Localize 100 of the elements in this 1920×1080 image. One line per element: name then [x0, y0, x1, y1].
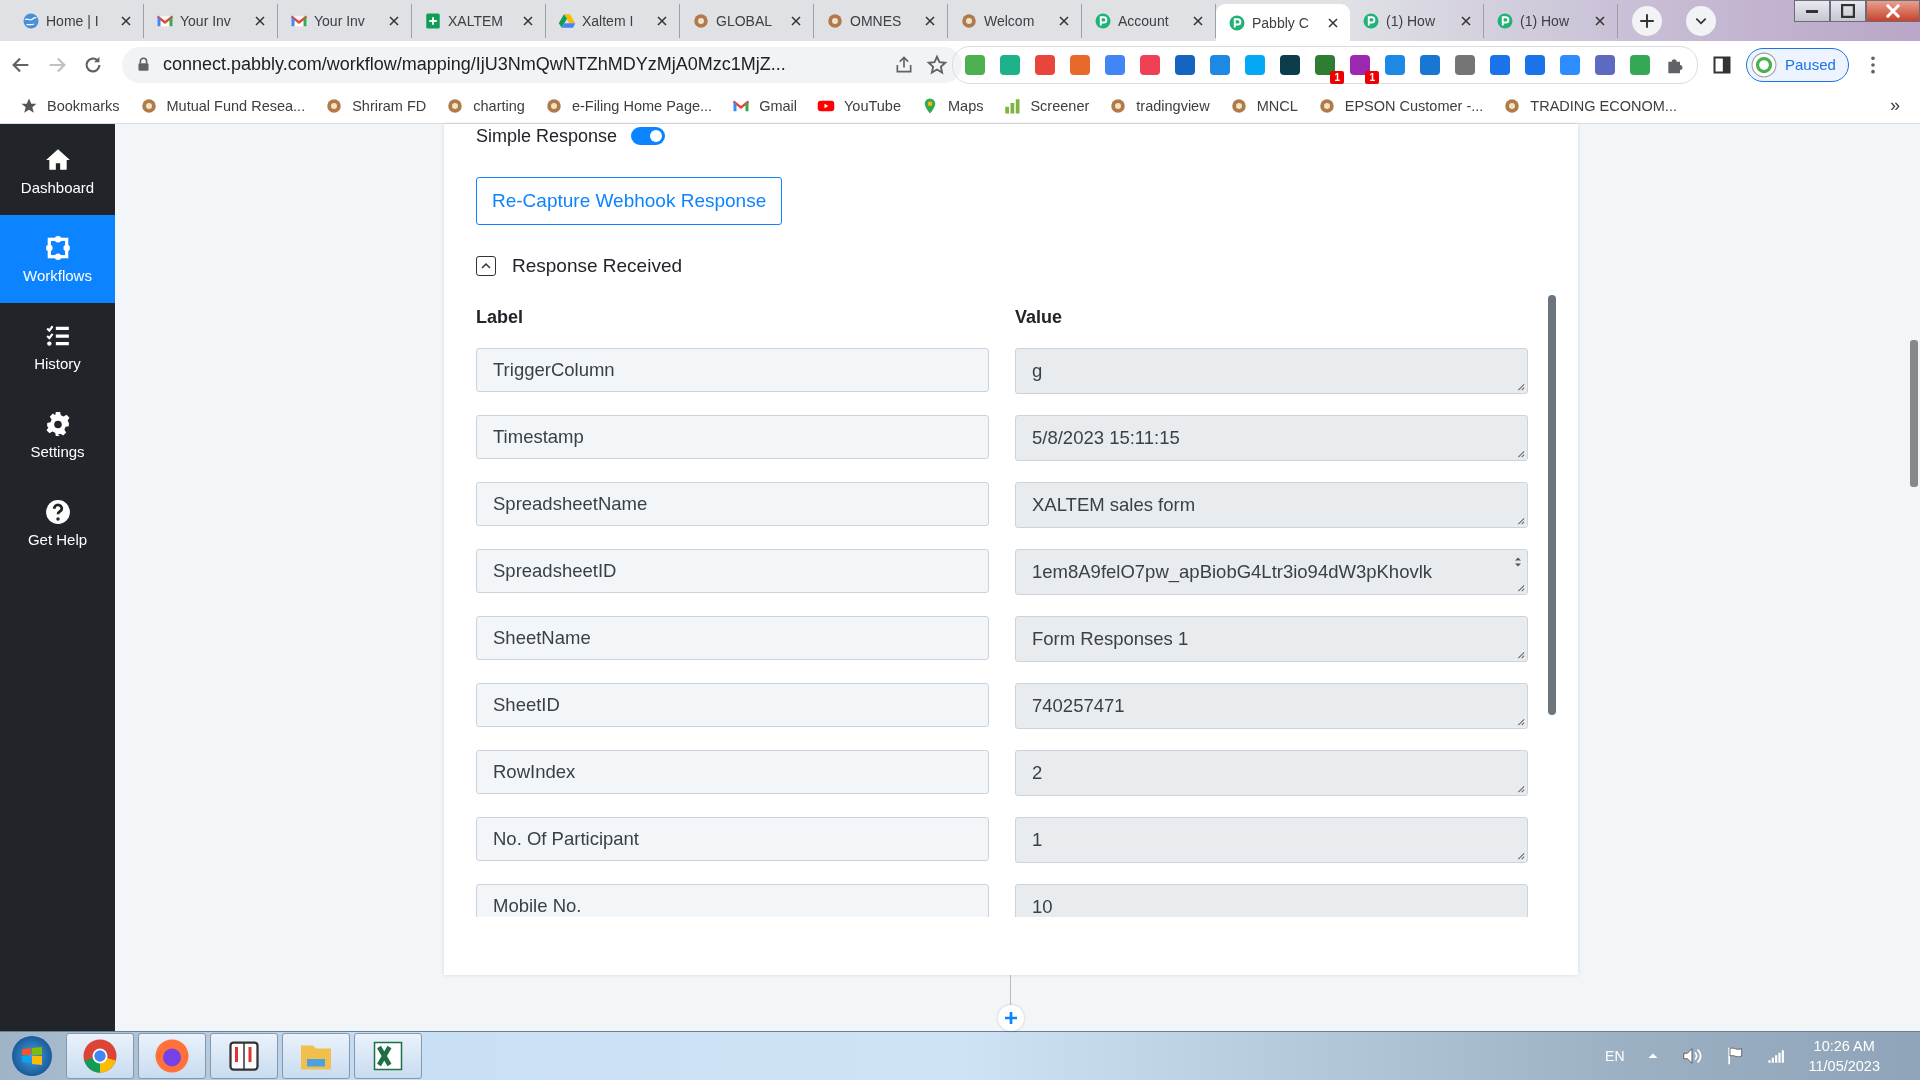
- browser-tab[interactable]: Home | I: [10, 4, 144, 38]
- value-field[interactable]: XALTEM sales form: [1015, 482, 1528, 528]
- bookmark-link[interactable]: YouTube: [817, 96, 901, 115]
- browser-tab[interactable]: Your Inv: [144, 4, 278, 38]
- extension-icon[interactable]: [1350, 54, 1370, 75]
- profile-button[interactable]: Paused: [1746, 47, 1849, 82]
- avatar-icon: [1751, 51, 1777, 78]
- bookmark-link[interactable]: Maps: [921, 96, 984, 115]
- more-bookmarks-button[interactable]: »: [1890, 95, 1900, 116]
- resize-handle-icon[interactable]: [1515, 716, 1525, 726]
- browser-tab[interactable]: GLOBAL: [680, 4, 814, 38]
- label-field[interactable]: No. Of Participant: [476, 817, 989, 861]
- add-step-button[interactable]: [998, 1005, 1024, 1031]
- star-icon[interactable]: [926, 53, 948, 76]
- sidebar-item[interactable]: Get Help: [0, 479, 115, 567]
- bookmark-link[interactable]: Mutual Fund Resea...: [139, 96, 306, 115]
- label-field[interactable]: SpreadsheetID: [476, 549, 989, 593]
- browser-tab[interactable]: (1) How: [1484, 4, 1618, 38]
- label-field[interactable]: SheetID: [476, 683, 989, 727]
- book-icon: [226, 1038, 262, 1074]
- start-button[interactable]: [12, 1036, 52, 1076]
- close-icon[interactable]: [254, 15, 266, 27]
- label-field[interactable]: Timestamp: [476, 415, 989, 459]
- label-field[interactable]: TriggerColumn: [476, 348, 989, 392]
- close-icon[interactable]: [1594, 15, 1606, 27]
- maximize-button[interactable]: [1830, 0, 1866, 22]
- sidebar-item[interactable]: Settings: [0, 391, 115, 479]
- resize-handle-icon[interactable]: [1515, 783, 1525, 793]
- value-field[interactable]: 1em8A9felO7pw_apBiobG4Ltr3io94dW3pKhovlk: [1015, 549, 1528, 595]
- close-icon[interactable]: [656, 15, 668, 27]
- minimize-icon: [1806, 9, 1818, 13]
- collapse-button[interactable]: [476, 256, 496, 276]
- value-field[interactable]: 5/8/2023 15:11:15: [1015, 415, 1528, 461]
- resize-handle-icon[interactable]: [1515, 850, 1525, 860]
- browser-tab[interactable]: Account: [1082, 4, 1216, 38]
- taskbar-button[interactable]: [210, 1033, 278, 1079]
- close-button[interactable]: [1866, 0, 1920, 22]
- bookmark-link[interactable]: EPSON Customer -...: [1317, 96, 1484, 115]
- bookmark-link[interactable]: TRADING ECONOM...: [1503, 96, 1677, 115]
- new-tab-button[interactable]: [1632, 6, 1662, 36]
- close-icon[interactable]: [1327, 16, 1339, 29]
- browser-tab[interactable]: Your Inv: [278, 4, 412, 38]
- close-icon[interactable]: [924, 15, 936, 27]
- tab-search-button[interactable]: [1686, 6, 1716, 36]
- close-icon[interactable]: [1058, 15, 1070, 27]
- scrollbar-thumb[interactable]: [1548, 295, 1556, 715]
- share-icon[interactable]: [894, 54, 914, 75]
- sidebar-item[interactable]: Dashboard: [0, 127, 115, 215]
- close-icon[interactable]: [790, 15, 802, 27]
- close-icon[interactable]: [1460, 15, 1472, 27]
- browser-tab[interactable]: (1) How: [1350, 4, 1484, 38]
- resize-handle-icon[interactable]: [1515, 515, 1525, 525]
- extension-icon[interactable]: [1175, 54, 1195, 75]
- address-bar[interactable]: connect.pabbly.com/workflow/mapping/IjU3NmQwNTZhMDYzMjA0Mzc1MjZ...: [122, 46, 962, 83]
- value-field[interactable]: 2: [1015, 750, 1528, 796]
- browser-tab[interactable]: Pabbly C: [1216, 4, 1350, 41]
- side-panel-icon[interactable]: [1712, 54, 1732, 75]
- bookmark-link[interactable]: Screener: [1003, 96, 1090, 115]
- bookmark-link[interactable]: tradingview: [1109, 96, 1210, 115]
- browser-tab[interactable]: XALTEM: [412, 4, 546, 38]
- value-field[interactable]: 740257471: [1015, 683, 1528, 729]
- taskbar-button[interactable]: [354, 1033, 422, 1079]
- resize-handle-icon[interactable]: [1515, 448, 1525, 458]
- resize-handle-icon[interactable]: [1515, 381, 1525, 391]
- scrollbar-thumb[interactable]: [1910, 340, 1918, 487]
- sidebar-item[interactable]: Workflows: [0, 215, 115, 303]
- label-field[interactable]: SpreadsheetName: [476, 482, 989, 526]
- label-field[interactable]: Mobile No.: [476, 884, 989, 917]
- bookmark-link[interactable]: e-Filing Home Page...: [544, 96, 713, 115]
- bookmark-link[interactable]: charting: [446, 96, 525, 115]
- value-field[interactable]: g: [1015, 348, 1528, 394]
- toggle-label: Simple Response: [476, 125, 618, 147]
- bookmark-link[interactable]: Gmail: [732, 96, 797, 115]
- recapture-button[interactable]: Re-Capture Webhook Response: [476, 177, 783, 225]
- sidebar-item[interactable]: History: [0, 303, 115, 391]
- close-icon[interactable]: [120, 15, 132, 27]
- speaker-icon[interactable]: [1680, 1045, 1703, 1067]
- value-field[interactable]: Form Responses 1: [1015, 616, 1528, 662]
- bookmark-link[interactable]: MNCL: [1229, 96, 1298, 115]
- extension-icon[interactable]: [1315, 54, 1335, 75]
- value-field[interactable]: 10: [1015, 884, 1528, 917]
- section-title: Response Received: [512, 255, 683, 277]
- browser-tab[interactable]: OMNES: [814, 4, 948, 38]
- close-icon[interactable]: [522, 15, 534, 27]
- value-field[interactable]: 1: [1015, 817, 1528, 863]
- minimize-button[interactable]: [1794, 0, 1830, 22]
- browser-tab[interactable]: Welcom: [948, 4, 1082, 38]
- notification-badge: 1: [1365, 70, 1379, 84]
- toggle-switch[interactable]: [631, 127, 666, 145]
- logo-icon: [1109, 96, 1128, 115]
- extension-icon[interactable]: [1280, 54, 1300, 75]
- browser-tab[interactable]: Xaltem I: [546, 4, 680, 38]
- label-field[interactable]: RowIndex: [476, 750, 989, 794]
- bookmark-link[interactable]: Bookmarks: [20, 96, 120, 115]
- close-icon[interactable]: [1192, 15, 1204, 27]
- resize-handle-icon[interactable]: [1515, 582, 1525, 592]
- resize-handle-icon[interactable]: [1515, 649, 1525, 659]
- label-field[interactable]: SheetName: [476, 616, 989, 660]
- bookmark-link[interactable]: Shriram FD: [325, 96, 427, 115]
- close-icon[interactable]: [388, 15, 400, 27]
